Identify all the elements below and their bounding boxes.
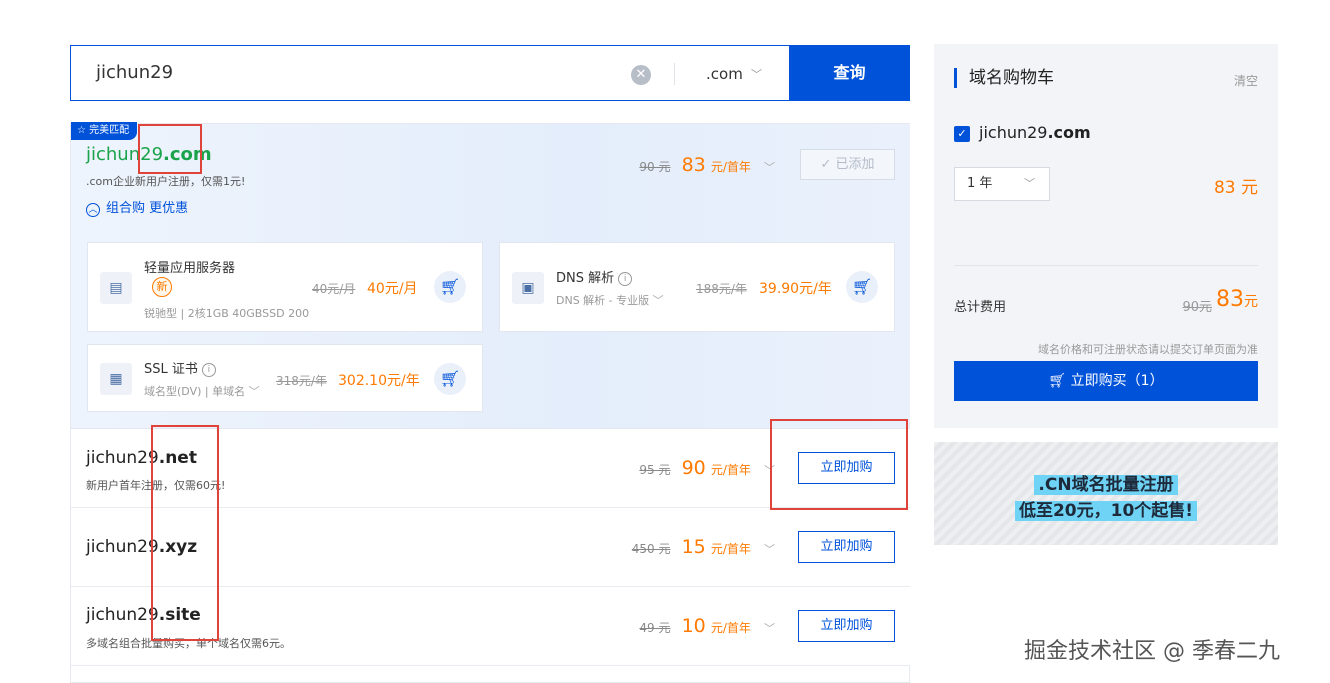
checkbox-checked-icon[interactable]: ✓ [954, 126, 970, 142]
bundle-spec[interactable]: DNS 解析 - 专业版 ﹀ [556, 292, 686, 308]
bundle-spec: 锐驰型 | 2核1GB 40GBSSD 200 [144, 307, 310, 320]
total-label: 总计费用 [954, 300, 1007, 315]
divider [674, 63, 675, 85]
annotation-box-suffix [138, 124, 202, 174]
divider [954, 265, 1258, 266]
cart-icon: 🛒︎ [1048, 373, 1071, 389]
banner-line-2: 低至20元，10个起售! [934, 496, 1278, 521]
new-price: 83 [681, 154, 706, 176]
suffix-select[interactable]: .com [706, 65, 743, 83]
old-price: 450 元 [631, 542, 671, 556]
perfect-match-price: 90 元 83 元/首年 ﹀ [639, 154, 775, 176]
perfect-match-subtitle: .com企业新用户注册，仅需1元! [86, 175, 246, 188]
bundle-new-price: 40元/月 [367, 281, 418, 297]
add-to-cart-icon[interactable]: 🛒︎ [846, 271, 878, 303]
bundle-name: 轻量应用服务器 [144, 261, 236, 276]
chevron-down-icon: ﹀ [1024, 177, 1035, 190]
bundle-old-price: 40元/月 [312, 282, 356, 296]
chevron-down-icon[interactable]: ﹀ [751, 66, 762, 82]
price-group: 49 元 10 元/首年 ﹀ [639, 615, 775, 637]
annotation-box-name-column [151, 425, 219, 641]
chevron-down-icon[interactable]: ﹀ [764, 543, 775, 556]
cart-title: 域名购物车 [954, 68, 1054, 88]
info-icon[interactable]: i [618, 272, 633, 286]
watermark: 掘金技术社区 @ 季春二九 [1024, 639, 1280, 664]
add-to-cart-button[interactable]: 立即加购 [798, 610, 895, 642]
price-group: 95 元 90 元/首年 ﹀ [639, 457, 775, 479]
info-icon[interactable]: i [201, 363, 216, 377]
old-price: 49 元 [639, 621, 671, 635]
promo-banner[interactable]: .CN域名批量注册 低至20元，10个起售! [934, 442, 1278, 545]
server-icon: ▤ [100, 272, 132, 304]
chevron-down-icon: ﹀ [652, 294, 664, 307]
added-button[interactable]: ✓ 已添加 [800, 149, 895, 180]
chevron-up-icon: ︿ [86, 203, 100, 217]
add-to-cart-icon[interactable]: 🛒︎ [434, 271, 466, 303]
search-input[interactable]: jichun29 [96, 62, 173, 83]
search-button[interactable]: 查询 [789, 45, 910, 101]
price-unit: 元/首年 [710, 542, 751, 556]
period-select[interactable]: 1 年 ﹀ [954, 167, 1050, 201]
bundle-new-price: 39.90元/年 [759, 281, 832, 297]
add-to-cart-button[interactable]: 立即加购 [798, 531, 895, 563]
total-price: 83元 [1216, 287, 1258, 312]
add-to-cart-icon[interactable]: 🛒︎ [434, 363, 466, 395]
new-price: 90 [681, 457, 706, 479]
annotation-box-buy-button [770, 419, 908, 510]
perfect-match-tag: ☆ 完美匹配 [71, 122, 138, 140]
banner-line-1: .CN域名批量注册 [934, 470, 1278, 495]
bundle-card-server: ▤ 轻量应用服务器 新 锐驰型 | 2核1GB 40GBSSD 200 40元/… [87, 242, 483, 332]
domain-cart: 域名购物车 清空 ✓ jichun29.com 1 年 ﹀ 83 元 总计费用 9… [934, 44, 1278, 428]
clear-icon[interactable]: ✕ [631, 65, 651, 85]
chevron-down-icon: ﹀ [248, 385, 260, 398]
domain-search-bar: jichun29 ✕ .com ﹀ 查询 [70, 45, 910, 101]
ssl-icon: ▦ [100, 363, 132, 395]
bundle-old-price: 188元/年 [696, 282, 747, 296]
chevron-down-icon[interactable]: ﹀ [764, 161, 775, 174]
clear-cart-link[interactable]: 清空 [1234, 72, 1258, 89]
bundle-old-price: 318元/年 [276, 374, 327, 388]
new-badge: 新 [152, 277, 172, 297]
bundle-card-ssl: ▦ SSL 证书 i 域名型(DV) | 单域名 ﹀ 318元/年 302.10元… [87, 344, 483, 412]
bundle-new-price: 302.10元/年 [338, 373, 420, 389]
price-group: 450 元 15 元/首年 ﹀ [632, 536, 775, 558]
chevron-down-icon[interactable]: ﹀ [764, 622, 775, 635]
bundle-name: DNS 解析 i [556, 267, 633, 286]
price-unit: 元/首年 [710, 463, 751, 477]
cart-item-price: 83 元 [1213, 178, 1258, 198]
dns-icon: ▣ [512, 272, 544, 304]
new-price: 15 [681, 536, 706, 558]
price-unit: 元/首年 [710, 160, 751, 174]
bundle-name: SSL 证书 i [144, 358, 216, 377]
bundle-card-dns: ▣ DNS 解析 i DNS 解析 - 专业版 ﹀ 188元/年 39.90元/年… [499, 242, 895, 332]
bundle-spec[interactable]: 域名型(DV) | 单域名 ﹀ [144, 383, 274, 399]
old-price: 90 元 [639, 160, 671, 174]
new-price: 10 [681, 615, 706, 637]
price-unit: 元/首年 [710, 621, 751, 635]
price-note: 域名价格和可注册状态请以提交订单页面为准 [1038, 343, 1258, 356]
cart-item-domain: jichun29.com [979, 123, 1091, 142]
old-price: 95 元 [639, 463, 671, 477]
buy-now-button[interactable]: 🛒︎ 立即购买（1） [954, 361, 1258, 401]
combo-toggle-link[interactable]: ︿ 组合购 更优惠 [86, 197, 188, 217]
total-old-price: 90元 [1182, 300, 1212, 315]
